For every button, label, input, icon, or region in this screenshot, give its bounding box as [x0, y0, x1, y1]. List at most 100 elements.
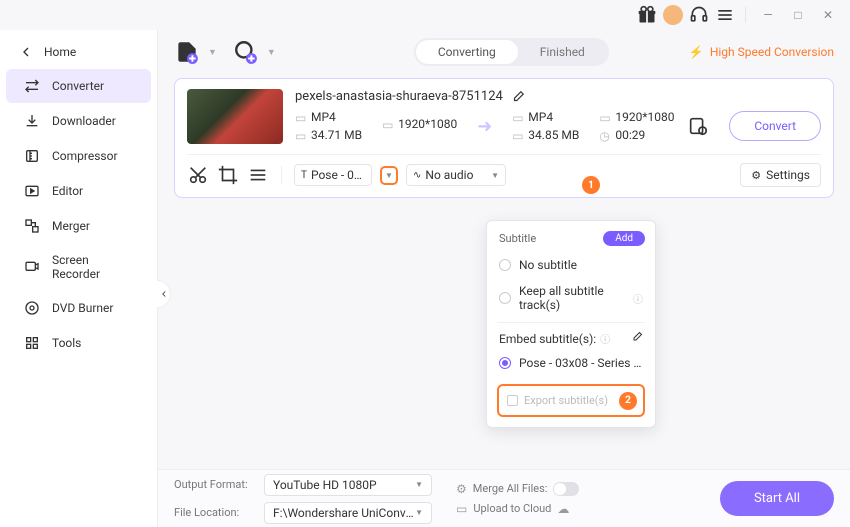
topbar: ▼ ▼ Converting Finished ⚡ High Speed Con… — [174, 38, 834, 66]
res-icon: ▭ — [382, 118, 394, 130]
add-url-button[interactable] — [233, 39, 259, 65]
folder-icon: ▭ — [295, 129, 307, 141]
audio-select[interactable]: ∿ No audio ▼ — [406, 164, 506, 186]
hamburger-icon[interactable] — [715, 5, 735, 25]
gear-icon: ⚙ — [751, 169, 761, 182]
window-minimize[interactable]: — — [756, 8, 780, 22]
help-icon[interactable]: ⓘ — [600, 331, 610, 346]
dropdown-title: Subtitle — [499, 232, 536, 245]
window-maximize[interactable]: □ — [786, 8, 810, 22]
subtitle-icon: T — [301, 170, 307, 181]
sidebar-home[interactable]: Home — [0, 36, 157, 68]
dst-dur: 00:29 — [615, 128, 645, 142]
dst-format: MP4 — [528, 110, 553, 124]
file-card: pexels-anastasia-shuraeva-8751124 ▭ MP4 ▭… — [174, 78, 834, 198]
tab-finished[interactable]: Finished — [518, 40, 607, 64]
file-location-value: F:\Wondershare UniConverter 1 — [273, 506, 415, 520]
subtitle-add-button[interactable]: Add — [603, 231, 645, 246]
trim-icon[interactable] — [187, 164, 209, 186]
option-label: No subtitle — [519, 258, 577, 272]
cloud-icon[interactable]: ☁ — [557, 502, 569, 516]
option-no-subtitle[interactable]: No subtitle — [487, 252, 655, 278]
chevron-left-icon — [18, 44, 34, 60]
subtitle-value: Pose - 03x08 - ... — [311, 168, 365, 182]
headset-icon[interactable] — [689, 5, 709, 25]
sidebar-item-screen-recorder[interactable]: Screen Recorder — [6, 244, 151, 290]
start-all-button[interactable]: Start All — [720, 481, 834, 516]
file-icon: ▭ — [512, 111, 524, 123]
dst-size: 34.85 MB — [528, 128, 579, 142]
subtitle-dropdown-toggle[interactable]: ▼ — [380, 166, 398, 185]
sidebar-item-label: Downloader — [52, 114, 116, 128]
option-embed-item[interactable]: Pose - 03x08 - Series Finale ... — [487, 350, 655, 376]
option-keep-all[interactable]: Keep all subtitle track(s) ⓘ — [487, 278, 655, 318]
merger-icon — [24, 218, 40, 234]
sidebar-item-converter[interactable]: Converter — [6, 69, 151, 103]
merge-label: Merge All Files: — [473, 482, 548, 495]
add-file-button[interactable] — [174, 39, 200, 65]
sidebar-item-editor[interactable]: Editor — [6, 174, 151, 208]
tabs: Converting Finished — [414, 38, 609, 66]
sidebar-collapse-handle[interactable] — [157, 280, 171, 308]
sidebar-item-dvd-burner[interactable]: DVD Burner — [6, 291, 151, 325]
edit-icon[interactable] — [631, 331, 643, 346]
callout-1: 1 — [582, 176, 600, 194]
rename-icon[interactable] — [511, 90, 525, 104]
high-speed-conversion[interactable]: ⚡ High Speed Conversion — [689, 45, 834, 59]
sidebar-item-label: DVD Burner — [52, 301, 113, 315]
settings-label: Settings — [766, 168, 810, 182]
download-icon — [24, 113, 40, 129]
sidebar-item-label: Screen Recorder — [52, 253, 133, 281]
help-icon[interactable]: ⓘ — [633, 291, 643, 306]
folder-open-icon[interactable]: ▭ — [456, 502, 467, 516]
output-format-value: YouTube HD 1080P — [273, 478, 377, 492]
sidebar-item-tools[interactable]: Tools — [6, 326, 151, 360]
src-size: 34.71 MB — [311, 128, 362, 142]
gift-icon[interactable] — [637, 5, 657, 25]
sidebar-item-merger[interactable]: Merger — [6, 209, 151, 243]
file-icon: ▭ — [295, 111, 307, 123]
sidebar-item-label: Compressor — [52, 149, 118, 163]
radio-icon — [499, 259, 511, 271]
file-location-select[interactable]: F:\Wondershare UniConverter 1▼ — [264, 502, 432, 524]
tab-converting[interactable]: Converting — [416, 40, 518, 64]
avatar[interactable] — [663, 5, 683, 25]
export-subtitles[interactable]: Export subtitle(s) 2 — [497, 384, 645, 417]
sidebar-home-label: Home — [44, 45, 76, 59]
bottombar: Output Format: YouTube HD 1080P▼ File Lo… — [158, 469, 850, 527]
file-location-label: File Location: — [174, 506, 256, 519]
output-format-label: Output Format: — [174, 478, 256, 491]
bolt-icon: ⚡ — [689, 45, 704, 59]
dst-res: 1920*1080 — [615, 110, 674, 124]
sidebar-item-compressor[interactable]: Compressor — [6, 139, 151, 173]
radio-icon — [499, 292, 511, 304]
compress-icon — [24, 148, 40, 164]
output-settings-icon[interactable] — [687, 115, 709, 137]
disc-icon — [24, 300, 40, 316]
audio-icon: ∿ — [413, 170, 421, 181]
src-res: 1920*1080 — [398, 117, 457, 131]
embed-label: Embed subtitle(s): — [499, 332, 596, 346]
output-format-select[interactable]: YouTube HD 1080P▼ — [264, 474, 432, 496]
merge-toggle[interactable] — [553, 482, 579, 496]
convert-button[interactable]: Convert — [729, 111, 821, 141]
gear-icon[interactable]: ⚙ — [456, 482, 467, 496]
subtitle-dropdown: Subtitle Add No subtitle Keep all subtit… — [486, 220, 656, 428]
chevron-down-icon[interactable]: ▼ — [208, 47, 217, 58]
res-icon: ▭ — [599, 111, 611, 123]
subtitle-select[interactable]: T Pose - 03x08 - ... — [294, 164, 372, 186]
crop-icon[interactable] — [217, 164, 239, 186]
video-thumbnail[interactable] — [187, 89, 283, 144]
option-label: Pose - 03x08 - Series Finale ... — [519, 356, 643, 370]
file-name: pexels-anastasia-shuraeva-8751124 — [295, 89, 503, 104]
window-close[interactable]: ✕ — [816, 8, 840, 22]
effects-icon[interactable] — [247, 164, 269, 186]
editor-icon — [24, 183, 40, 199]
sidebar-item-downloader[interactable]: Downloader — [6, 104, 151, 138]
settings-button[interactable]: ⚙ Settings — [740, 163, 821, 187]
chevron-down-icon[interactable]: ▼ — [267, 47, 276, 58]
sidebar-item-label: Converter — [52, 79, 104, 93]
radio-icon — [499, 357, 511, 369]
sidebar-item-label: Tools — [52, 336, 81, 350]
converter-icon — [24, 78, 40, 94]
